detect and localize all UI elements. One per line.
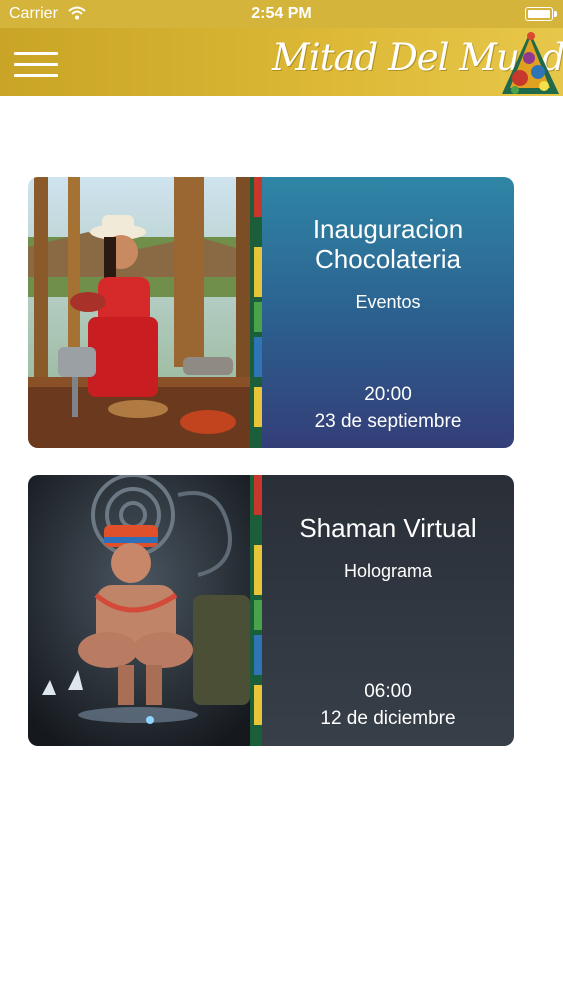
event-date: 12 de diciembre [320, 708, 456, 729]
event-info-panel: Shaman Virtual Holograma 06:00 12 de dic… [262, 475, 514, 746]
event-time: 06:00 [364, 681, 412, 702]
event-photo-chocolate [28, 177, 250, 448]
event-category: Eventos [355, 292, 421, 312]
event-category: Holograma [343, 561, 433, 581]
event-card-inauguracion[interactable]: Inauguracion Chocolateria Eventos 20:00 … [28, 177, 514, 448]
status-bar: Carrier 2:54 PM [0, 0, 563, 28]
event-card-shaman[interactable]: Shaman Virtual Holograma 06:00 12 de dic… [28, 475, 514, 746]
decorative-stripe [250, 177, 262, 448]
event-info-panel: Inauguracion Chocolateria Eventos 20:00 … [262, 177, 514, 448]
event-title: Inauguracion Chocolateria [312, 214, 464, 274]
navigation-bar: Mitad Del Mundo [0, 28, 563, 96]
event-photo-shaman [28, 475, 250, 746]
hamburger-menu-button[interactable] [14, 50, 60, 78]
event-title: Shaman Virtual [299, 513, 477, 543]
decorative-stripe [250, 475, 262, 746]
logo-emblem-icon [498, 28, 563, 96]
clock-label: 2:54 PM [251, 5, 312, 22]
menu-icon [14, 52, 58, 55]
battery-icon [525, 7, 557, 21]
event-time: 20:00 [364, 384, 412, 405]
event-date: 23 de septiembre [314, 411, 462, 432]
